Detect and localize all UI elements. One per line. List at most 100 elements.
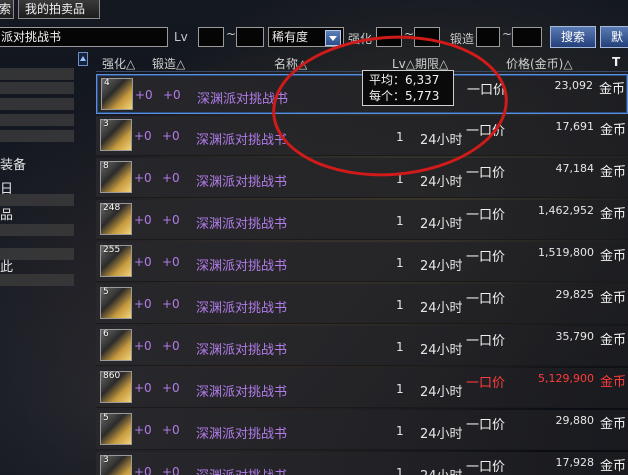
sidebar-item[interactable]	[0, 98, 74, 110]
sidebar-item[interactable]	[0, 68, 74, 80]
item-level: 1	[396, 214, 404, 228]
category-sidebar: 装备 日 品 此	[0, 52, 90, 475]
hammer-icon[interactable]: T	[612, 55, 620, 69]
item-icon: 860	[100, 371, 132, 403]
item-level: 1	[396, 466, 404, 475]
item-name: 深渊派对挑战书	[196, 427, 288, 442]
item-price: 23,092	[554, 79, 594, 92]
item-name: 深渊派对挑战书	[196, 175, 288, 190]
forge-tilde: ~	[502, 27, 513, 41]
sort-forge[interactable]: 锻造△	[152, 55, 185, 72]
scroll-up-icon[interactable]	[78, 52, 88, 66]
forge-min-input[interactable]	[476, 27, 500, 47]
item-level: 1	[396, 382, 404, 396]
item-icon: 8	[100, 161, 132, 193]
forge-max-input[interactable]	[512, 27, 542, 47]
sidebar-item-other[interactable]: 此	[0, 256, 13, 275]
item-price: 1,462,952	[538, 204, 594, 217]
enhance-value: +0	[134, 129, 152, 143]
enhance-value: +0	[134, 381, 152, 395]
item-icon: 6	[100, 329, 132, 361]
item-stack-count: 860	[103, 371, 121, 381]
item-period: 24小时	[420, 259, 463, 274]
item-price: 5,129,900	[538, 372, 594, 385]
forge-value: +0	[162, 213, 180, 227]
item-stack-count: 3	[103, 455, 109, 465]
forge-value: +0	[162, 381, 180, 395]
item-price: 17,691	[555, 120, 595, 133]
currency-unit: 金币	[599, 375, 626, 390]
sidebar-item[interactable]	[0, 130, 74, 142]
item-stack-count: 8	[103, 161, 109, 171]
item-name: 深渊派对挑战书	[196, 465, 287, 475]
sidebar-item-equipment[interactable]: 装备	[0, 154, 26, 173]
forge-value: +0	[162, 423, 180, 437]
sale-type: 一口价	[466, 292, 506, 307]
sidebar-item[interactable]	[0, 274, 74, 286]
item-price: 29,825	[555, 288, 595, 301]
item-level: 1	[396, 424, 404, 438]
chevron-down-icon[interactable]	[325, 30, 341, 46]
currency-unit: 金币	[599, 165, 626, 180]
enhance-value: +0	[134, 297, 152, 311]
lv-min-input[interactable]	[198, 27, 224, 47]
forge-value: +0	[162, 255, 180, 269]
sort-price[interactable]: 价格(金币)△	[506, 55, 573, 72]
currency-unit: 金币	[599, 207, 626, 222]
table-row[interactable]: 3 +0 +0 深渊派对挑战书 1 24小时一口价 17,928 金币	[96, 452, 628, 475]
sidebar-item[interactable]	[0, 224, 74, 236]
item-price: 35,790	[555, 330, 595, 343]
rarity-select[interactable]: 稀有度	[268, 27, 344, 47]
enhance-value: +0	[134, 171, 152, 185]
forge-value: +0	[162, 171, 180, 185]
item-stack-count: 6	[103, 329, 109, 339]
sale-type: 一口价	[466, 250, 506, 265]
currency-unit: 金币	[599, 417, 626, 432]
item-period: 24小时	[420, 385, 463, 400]
item-stack-count: 3	[103, 119, 109, 129]
item-name: 深渊派对挑战书	[196, 133, 288, 148]
item-icon: 3	[100, 455, 132, 475]
enhance-value: +0	[134, 213, 152, 227]
sale-type: 一口价	[466, 418, 506, 433]
item-icon: 5	[100, 413, 132, 445]
table-row[interactable]: 6 +0 +0 深渊派对挑战书 1 24小时 一口价 35,790 金币	[96, 326, 628, 366]
tab-my-auctions[interactable]: 我的拍卖品	[18, 0, 100, 19]
currency-unit: 金币	[599, 459, 626, 474]
enhance-value: +0	[134, 423, 152, 437]
item-icon: 255	[100, 245, 132, 277]
table-row[interactable]: 248 +0 +0 深渊派对挑战书 1 24小时 一口价 1,462,952 金币	[96, 200, 628, 240]
extra-button[interactable]: 默	[600, 26, 628, 48]
item-price: 17,928	[555, 456, 595, 469]
forge-value: +0	[162, 339, 180, 353]
item-period: 24小时	[420, 217, 463, 232]
currency-unit: 金币	[599, 333, 626, 348]
rarity-value: 稀有度	[272, 30, 309, 44]
sidebar-item-goods[interactable]: 品	[0, 204, 13, 223]
sale-type: 一口价	[466, 208, 506, 223]
item-stack-count: 255	[103, 245, 121, 255]
item-level: 1	[396, 298, 404, 312]
enhance-value: +0	[134, 339, 152, 353]
price-tooltip: 平均：6,337 每个：5,773	[362, 70, 454, 106]
lv-tilde: ~	[226, 27, 237, 41]
table-row[interactable]: 255 +0 +0 深渊派对挑战书 1 24小时 一口价 1,519,800 金币	[96, 242, 628, 282]
tab-search[interactable]: 索	[0, 0, 14, 19]
tooltip-each: 每个：5,773	[369, 89, 440, 103]
item-level: 1	[396, 340, 404, 354]
item-period: 24小时	[420, 343, 463, 358]
item-price: 47,184	[555, 162, 595, 175]
item-stack-count: 4	[104, 78, 110, 88]
item-period: 24小时	[420, 427, 463, 442]
sale-type: 一口价	[466, 334, 506, 349]
item-name-input[interactable]: 派对挑战书	[0, 27, 168, 47]
table-row[interactable]: 5 +0 +0 深渊派对挑战书 1 24小时 一口价 29,880 金币	[96, 410, 628, 450]
sidebar-item[interactable]	[0, 114, 74, 126]
search-button[interactable]: 搜索	[550, 26, 596, 48]
sort-enhance[interactable]: 强化△	[102, 55, 135, 72]
item-icon: 5	[100, 287, 132, 319]
sidebar-item[interactable]	[0, 82, 74, 94]
table-row[interactable]: 5 +0 +0 深渊派对挑战书 1 24小时 一口价 29,825 金币	[96, 284, 628, 324]
table-row[interactable]: 860 +0 +0 深渊派对挑战书 1 24小时 一口价 5,129,900 金币	[96, 368, 628, 408]
lv-max-input[interactable]	[236, 27, 264, 47]
